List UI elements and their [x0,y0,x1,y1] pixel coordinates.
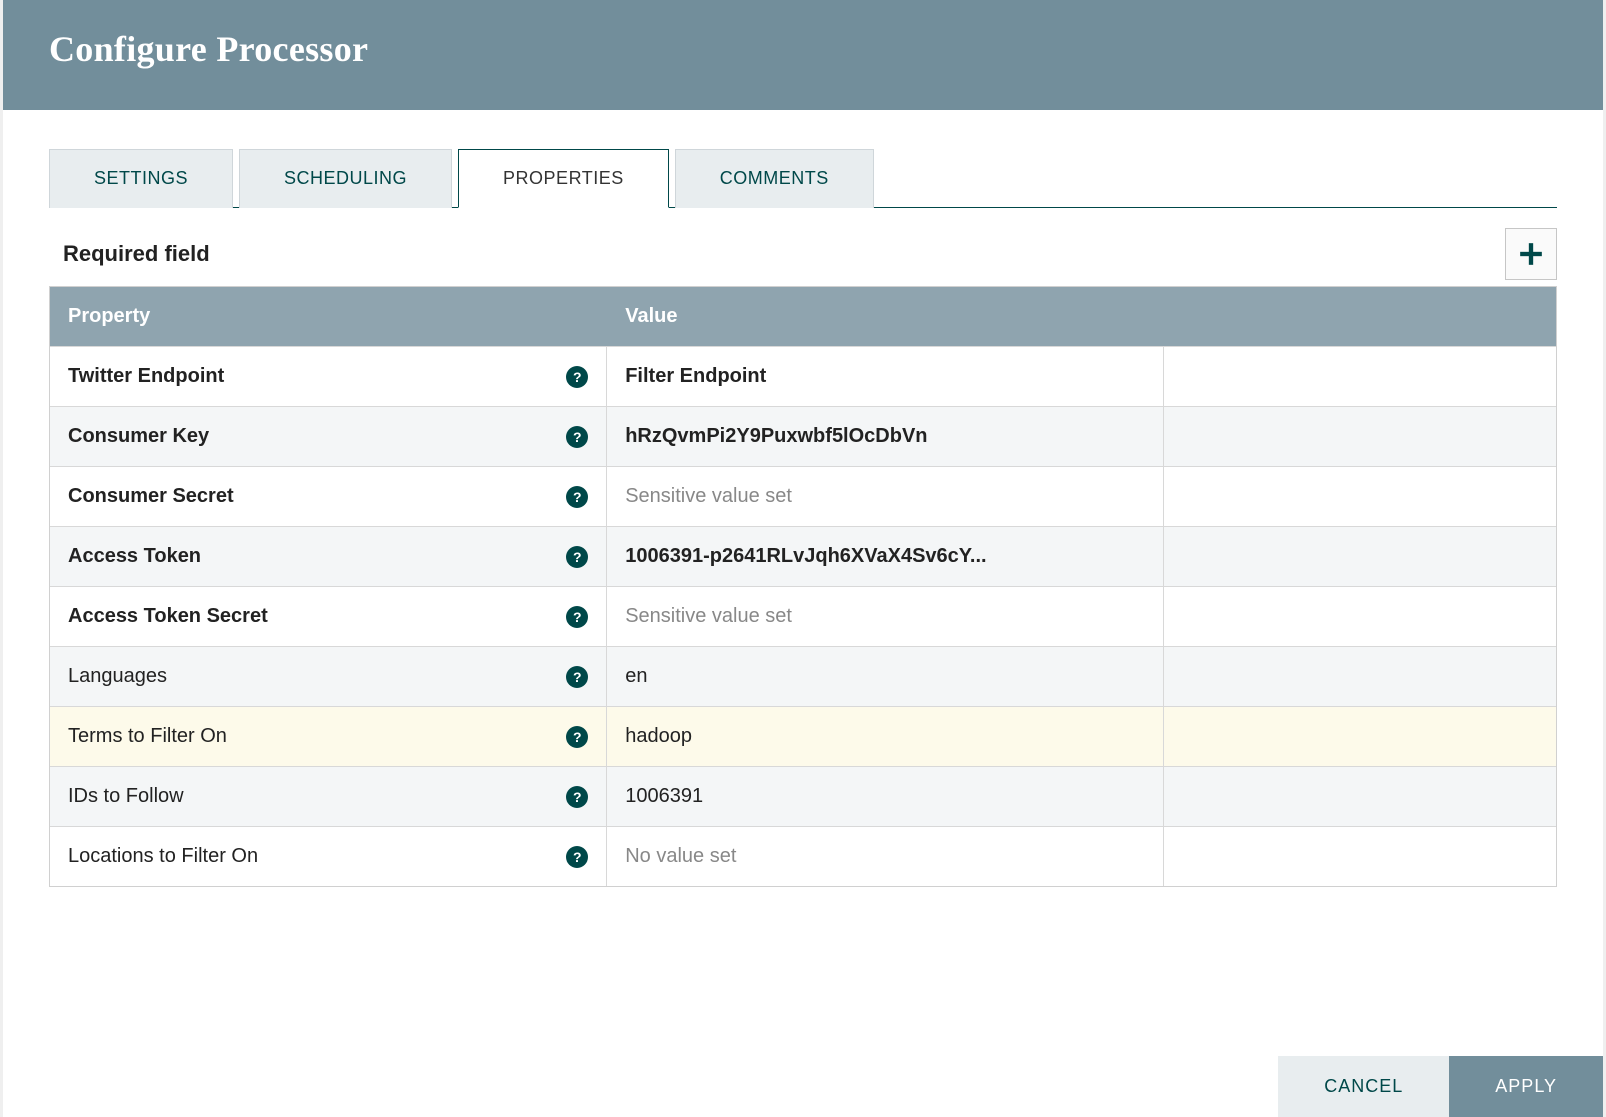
column-header-extra [1164,287,1556,346]
value-cell[interactable]: en [607,647,1164,706]
property-name: Twitter Endpoint [68,365,224,388]
table-row[interactable]: Locations to Filter On? No value set [50,826,1556,886]
table-header: Property Value [50,287,1556,346]
value-cell[interactable]: No value set [607,827,1164,886]
column-header-value: Value [607,287,1164,346]
cancel-button[interactable]: CANCEL [1278,1056,1449,1117]
property-name: Consumer Key [68,425,209,448]
extra-cell [1164,527,1556,586]
property-cell: Access Token Secret? [50,587,607,646]
table-body: Twitter Endpoint? Filter Endpoint Consumer… [50,346,1556,886]
property-cell: Twitter Endpoint? [50,347,607,406]
help-icon[interactable]: ? [566,606,588,628]
property-value: 1006391 [625,785,703,808]
help-icon[interactable]: ? [566,366,588,388]
property-name: IDs to Follow [68,785,184,808]
property-name: Languages [68,665,167,688]
help-icon[interactable]: ? [566,426,588,448]
property-value: hadoop [625,725,692,748]
table-row[interactable]: Access Token Secret? Sensitive value set [50,586,1556,646]
property-value: en [625,665,647,688]
extra-cell [1164,767,1556,826]
table-row[interactable]: Consumer Key? hRzQvmPi2Y9Puxwbf5lOcDbVn [50,406,1556,466]
dialog-header: Configure Processor [3,0,1603,110]
property-name: Access Token [68,545,201,568]
required-field-label: Required field [63,241,210,267]
property-cell: Locations to Filter On? [50,827,607,886]
table-row[interactable]: Languages? en [50,646,1556,706]
property-value: hRzQvmPi2Y9Puxwbf5lOcDbVn [625,425,927,448]
extra-cell [1164,347,1556,406]
extra-cell [1164,647,1556,706]
value-cell[interactable]: Sensitive value set [607,467,1164,526]
column-header-property: Property [50,287,607,346]
table-row[interactable]: Twitter Endpoint? Filter Endpoint [50,346,1556,406]
property-value: Sensitive value set [625,605,792,628]
table-row[interactable]: Access Token? 1006391-p2641RLvJqh6XVaX4Sv… [50,526,1556,586]
dialog-title: Configure Processor [49,29,368,69]
apply-button[interactable]: APPLY [1449,1056,1603,1117]
plus-icon [1518,241,1544,267]
tabs: SETTINGS SCHEDULING PROPERTIES COMMENTS [49,148,1557,208]
property-value: Sensitive value set [625,485,792,508]
help-icon[interactable]: ? [566,786,588,808]
subheader-row: Required field [49,228,1557,280]
extra-cell [1164,707,1556,766]
property-cell: Terms to Filter On? [50,707,607,766]
value-cell[interactable]: 1006391-p2641RLvJqh6XVaX4Sv6cY... [607,527,1164,586]
help-icon[interactable]: ? [566,486,588,508]
table-row[interactable]: Terms to Filter On? hadoop [50,706,1556,766]
value-cell[interactable]: hadoop [607,707,1164,766]
extra-cell [1164,827,1556,886]
tab-scheduling[interactable]: SCHEDULING [239,149,452,208]
extra-cell [1164,587,1556,646]
property-cell: Consumer Key? [50,407,607,466]
help-icon[interactable]: ? [566,726,588,748]
property-cell: Access Token? [50,527,607,586]
configure-processor-dialog: Configure Processor SETTINGS SCHEDULING … [3,0,1603,1117]
value-cell[interactable]: Filter Endpoint [607,347,1164,406]
property-cell: Languages? [50,647,607,706]
add-property-button[interactable] [1505,228,1557,280]
property-name: Consumer Secret [68,485,234,508]
table-row[interactable]: Consumer Secret? Sensitive value set [50,466,1556,526]
tab-comments[interactable]: COMMENTS [675,149,874,208]
property-cell: IDs to Follow? [50,767,607,826]
value-cell[interactable]: Sensitive value set [607,587,1164,646]
properties-table: Property Value Twitter Endpoint? Filter E… [49,286,1557,887]
property-value: Filter Endpoint [625,365,766,388]
dialog-body: SETTINGS SCHEDULING PROPERTIES COMMENTS … [3,110,1603,1056]
property-cell: Consumer Secret? [50,467,607,526]
dialog-footer: CANCEL APPLY [3,1056,1603,1117]
property-name: Locations to Filter On [68,845,258,868]
property-value: 1006391-p2641RLvJqh6XVaX4Sv6cY... [625,545,986,568]
property-name: Access Token Secret [68,605,268,628]
table-row[interactable]: IDs to Follow? 1006391 [50,766,1556,826]
help-icon[interactable]: ? [566,666,588,688]
value-cell[interactable]: hRzQvmPi2Y9Puxwbf5lOcDbVn [607,407,1164,466]
help-icon[interactable]: ? [566,546,588,568]
help-icon[interactable]: ? [566,846,588,868]
property-name: Terms to Filter On [68,725,227,748]
extra-cell [1164,407,1556,466]
value-cell[interactable]: 1006391 [607,767,1164,826]
property-value: No value set [625,845,736,868]
tab-properties[interactable]: PROPERTIES [458,149,669,208]
extra-cell [1164,467,1556,526]
tab-settings[interactable]: SETTINGS [49,149,233,208]
